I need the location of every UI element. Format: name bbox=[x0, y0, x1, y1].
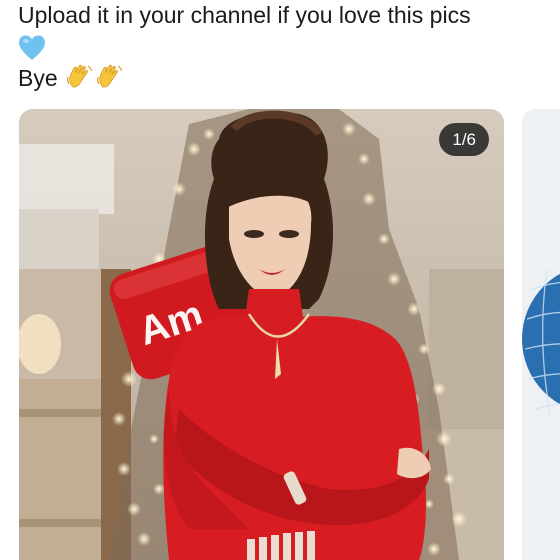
caption-line-2 bbox=[18, 31, 550, 63]
caption-line-1: Upload it in your channel if you love th… bbox=[18, 2, 471, 28]
image-carousel[interactable]: Am 1/6 bbox=[19, 109, 560, 560]
carousel-counter: 1/6 bbox=[439, 123, 489, 156]
post-caption: Upload it in your channel if you love th… bbox=[18, 0, 550, 94]
post: Upload it in your channel if you love th… bbox=[0, 0, 560, 560]
blue-heart-icon bbox=[19, 35, 45, 60]
caption-bye-text: Bye bbox=[18, 64, 58, 91]
waving-hand-icon bbox=[67, 64, 93, 88]
waving-hand-icon bbox=[97, 64, 123, 88]
caption-line-3: Bye bbox=[18, 63, 550, 94]
photo: Am bbox=[19, 109, 504, 560]
carousel-slide-image[interactable]: Am 1/6 bbox=[19, 109, 504, 560]
next-carousel-slide-peek[interactable] bbox=[522, 109, 560, 560]
next-photo-preview bbox=[522, 109, 560, 560]
